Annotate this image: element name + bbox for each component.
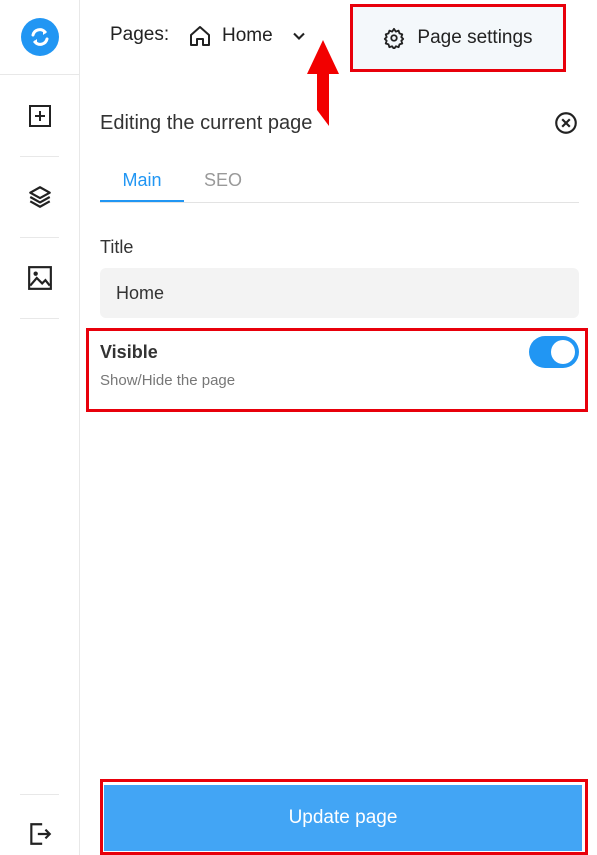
panel-tabs: Main SEO	[100, 170, 579, 203]
logout-button[interactable]	[20, 814, 60, 854]
sidebar-divider	[20, 156, 59, 157]
gear-icon	[384, 27, 405, 49]
page-settings-button[interactable]: Page settings	[350, 4, 566, 72]
layers-button[interactable]	[20, 177, 60, 217]
logout-icon	[30, 823, 52, 845]
close-icon	[555, 112, 577, 134]
visible-highlight	[86, 328, 588, 412]
page-settings-label: Page settings	[417, 27, 533, 48]
visible-description: Show/Hide the page	[100, 372, 236, 389]
image-icon	[28, 266, 52, 290]
update-page-button[interactable]: Update page	[104, 785, 582, 851]
tab-main[interactable]: Main	[100, 170, 184, 202]
current-page-name: Home	[222, 25, 273, 46]
sidebar-divider	[0, 74, 79, 75]
add-block-icon	[29, 105, 51, 127]
sidebar	[0, 0, 80, 855]
sidebar-divider	[20, 794, 59, 795]
visible-toggle[interactable]	[529, 336, 579, 368]
page-editor-panel: Editing the current page Main SEO Title …	[80, 74, 597, 855]
close-panel-button[interactable]	[553, 110, 579, 141]
title-input[interactable]	[100, 268, 579, 318]
visible-label: Visible	[100, 342, 158, 362]
sidebar-divider	[20, 318, 59, 319]
panel-title: Editing the current page	[100, 112, 313, 134]
layers-icon	[29, 186, 51, 208]
app-logo[interactable]	[21, 18, 59, 56]
add-block-button[interactable]	[20, 96, 60, 136]
media-button[interactable]	[20, 258, 60, 298]
pages-label: Pages:	[110, 24, 170, 45]
title-field-label: Title	[100, 237, 134, 257]
home-icon	[190, 26, 210, 46]
tab-seo[interactable]: SEO	[204, 170, 242, 200]
refresh-icon	[31, 28, 49, 46]
sidebar-divider	[20, 237, 59, 238]
toggle-knob	[551, 340, 575, 364]
topbar: Pages: Home Page settings	[80, 0, 597, 126]
page-selector[interactable]: Home	[188, 20, 309, 52]
